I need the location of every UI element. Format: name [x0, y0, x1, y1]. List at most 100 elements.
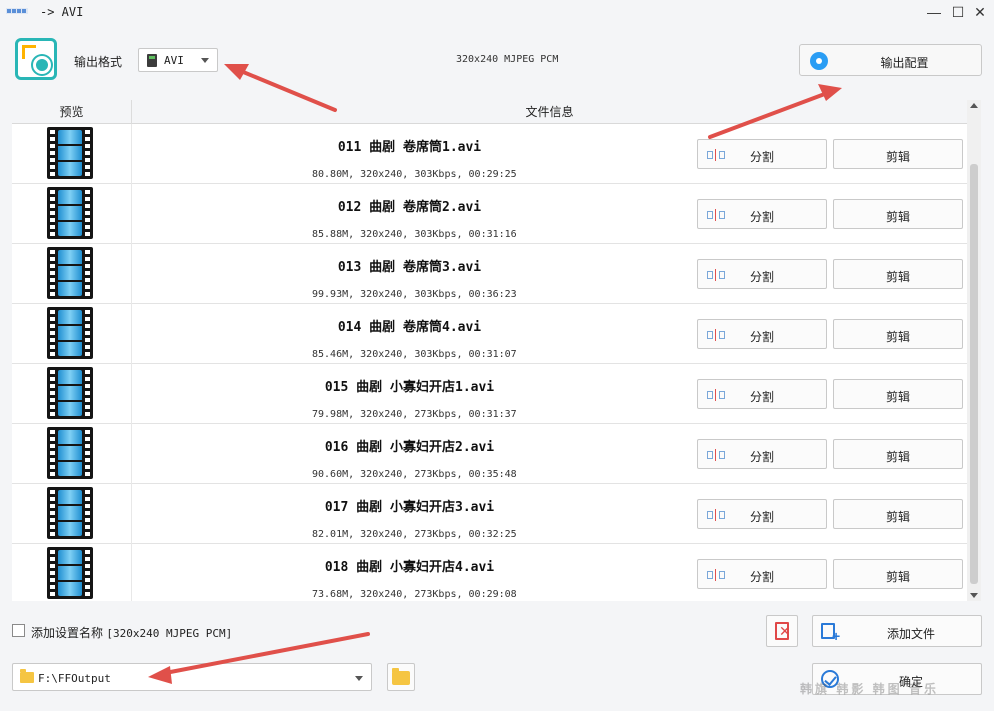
table-row[interactable]: 013 曲剧 卷席筒3.avi 99.93M, 320x240, 303Kbps,… — [12, 244, 967, 304]
column-header-file-info: 文件信息 — [525, 105, 574, 119]
file-name: 014 曲剧 卷席筒4.avi — [337, 320, 482, 335]
video-file-icon — [47, 247, 93, 299]
open-folder-icon — [392, 668, 410, 685]
edit-button[interactable]: 剪辑 — [833, 379, 963, 409]
file-meta: 99.93M, 320x240, 303Kbps, 00:36:23 — [312, 289, 517, 300]
add-name-label: 添加设置名称 [320x240 MJPEG PCM] — [31, 624, 232, 641]
preview-cell — [12, 124, 132, 184]
add-name-info-text: [320x240 MJPEG PCM] — [106, 627, 233, 640]
app-logo-icon — [6, 8, 28, 14]
split-label: 分割 — [749, 390, 774, 404]
split-label: 分割 — [749, 270, 774, 284]
video-format-icon — [147, 54, 157, 67]
maximize-button[interactable]: ☐ — [948, 2, 968, 22]
file-name: 011 曲剧 卷席筒1.avi — [337, 140, 482, 155]
edit-button[interactable]: 剪辑 — [833, 139, 963, 169]
edit-button[interactable]: 剪辑 — [833, 199, 963, 229]
format-info-text: 320x240 MJPEG PCM — [456, 54, 559, 65]
edit-label: 剪辑 — [885, 270, 910, 284]
output-path-select[interactable]: F:\FFOutput — [12, 663, 372, 691]
edit-button[interactable]: 剪辑 — [833, 439, 963, 469]
split-button[interactable]: 分割 — [697, 259, 827, 289]
split-label: 分割 — [749, 570, 774, 584]
split-button[interactable]: 分割 — [697, 199, 827, 229]
split-button[interactable]: 分割 — [697, 559, 827, 589]
file-name: 012 曲剧 卷席筒2.avi — [337, 200, 482, 215]
table-row[interactable]: 015 曲剧 小寡妇开店1.avi 79.98M, 320x240, 273Kbp… — [12, 364, 967, 424]
table-row[interactable]: 018 曲剧 小寡妇开店4.avi 73.68M, 320x240, 273Kbp… — [12, 544, 967, 601]
folder-icon — [20, 669, 34, 683]
file-name: 017 曲剧 小寡妇开店3.avi — [324, 500, 495, 515]
split-label: 分割 — [749, 210, 774, 224]
video-file-icon — [47, 187, 93, 239]
video-file-icon — [47, 487, 93, 539]
split-button[interactable]: 分割 — [697, 319, 827, 349]
file-meta: 85.88M, 320x240, 303Kbps, 00:31:16 — [312, 229, 517, 240]
scroll-down-arrow-icon[interactable] — [970, 593, 978, 598]
table-row[interactable]: 016 曲剧 小寡妇开店2.avi 90.60M, 320x240, 273Kbp… — [12, 424, 967, 484]
chevron-down-icon — [201, 58, 209, 63]
column-header-preview: 预览 — [12, 100, 132, 124]
minimize-button[interactable]: — — [924, 2, 944, 22]
table-header: 预览 文件信息 — [12, 100, 967, 124]
add-files-label: 添加文件 — [886, 627, 935, 641]
split-label: 分割 — [749, 330, 774, 344]
preview-cell — [12, 424, 132, 484]
add-name-checkbox[interactable] — [12, 624, 25, 637]
preview-cell — [12, 184, 132, 244]
file-meta: 82.01M, 320x240, 273Kbps, 00:32:25 — [312, 529, 517, 540]
preview-cell — [12, 244, 132, 304]
table-row[interactable]: 011 曲剧 卷席筒1.avi 80.80M, 320x240, 303Kbps,… — [12, 124, 967, 184]
table-row[interactable]: 014 曲剧 卷席筒4.avi 85.46M, 320x240, 303Kbps,… — [12, 304, 967, 364]
video-file-icon — [47, 547, 93, 599]
edit-button[interactable]: 剪辑 — [833, 559, 963, 589]
scroll-thumb[interactable] — [970, 164, 978, 584]
split-label: 分割 — [749, 450, 774, 464]
edit-label: 剪辑 — [885, 510, 910, 524]
add-files-button[interactable]: 添加文件 — [812, 615, 982, 647]
edit-label: 剪辑 — [885, 570, 910, 584]
output-path-value: F:\FFOutput — [38, 672, 111, 685]
file-meta: 79.98M, 320x240, 273Kbps, 00:31:37 — [312, 409, 517, 420]
video-file-icon — [47, 127, 93, 179]
close-button[interactable]: ✕ — [970, 2, 990, 22]
edit-label: 剪辑 — [885, 450, 910, 464]
output-format-value: AVI — [164, 54, 184, 67]
output-format-label: 输出格式 — [74, 55, 123, 69]
video-file-icon — [47, 307, 93, 359]
file-name: 018 曲剧 小寡妇开店4.avi — [324, 560, 495, 575]
table-row[interactable]: 012 曲剧 卷席筒2.avi 85.88M, 320x240, 303Kbps,… — [12, 184, 967, 244]
browse-folder-button[interactable] — [387, 663, 415, 691]
preview-cell — [12, 484, 132, 544]
clear-list-button[interactable]: ✕ — [766, 615, 798, 647]
split-button[interactable]: 分割 — [697, 499, 827, 529]
watermark-text: 韩旗 韩影 韩图 音乐 — [800, 682, 940, 696]
file-list[interactable]: 011 曲剧 卷席筒1.avi 80.80M, 320x240, 303Kbps,… — [12, 124, 967, 601]
output-config-label: 输出配置 — [880, 56, 929, 70]
split-button[interactable]: 分割 — [697, 439, 827, 469]
file-meta: 80.80M, 320x240, 303Kbps, 00:29:25 — [312, 169, 517, 180]
format-logo-icon — [15, 38, 57, 80]
preview-cell — [12, 304, 132, 364]
scroll-up-arrow-icon[interactable] — [970, 103, 978, 108]
title-bar: -> AVI — ☐ ✕ — [0, 0, 994, 24]
split-button[interactable]: 分割 — [697, 139, 827, 169]
delete-x-glyph: ✕ — [779, 623, 791, 639]
split-button[interactable]: 分割 — [697, 379, 827, 409]
file-name: 013 曲剧 卷席筒3.avi — [337, 260, 482, 275]
edit-label: 剪辑 — [885, 210, 910, 224]
file-meta: 85.46M, 320x240, 303Kbps, 00:31:07 — [312, 349, 517, 360]
output-format-select[interactable]: AVI — [138, 48, 218, 72]
split-label: 分割 — [749, 150, 774, 164]
table-row[interactable]: 017 曲剧 小寡妇开店3.avi 82.01M, 320x240, 273Kbp… — [12, 484, 967, 544]
edit-button[interactable]: 剪辑 — [833, 319, 963, 349]
edit-label: 剪辑 — [885, 150, 910, 164]
split-label: 分割 — [749, 510, 774, 524]
file-list-scrollbar[interactable] — [967, 100, 981, 601]
edit-button[interactable]: 剪辑 — [833, 259, 963, 289]
window-title: -> AVI — [40, 5, 84, 19]
output-config-button[interactable]: 输出配置 — [799, 44, 982, 76]
video-file-icon — [47, 427, 93, 479]
preview-cell — [12, 544, 132, 601]
edit-button[interactable]: 剪辑 — [833, 499, 963, 529]
